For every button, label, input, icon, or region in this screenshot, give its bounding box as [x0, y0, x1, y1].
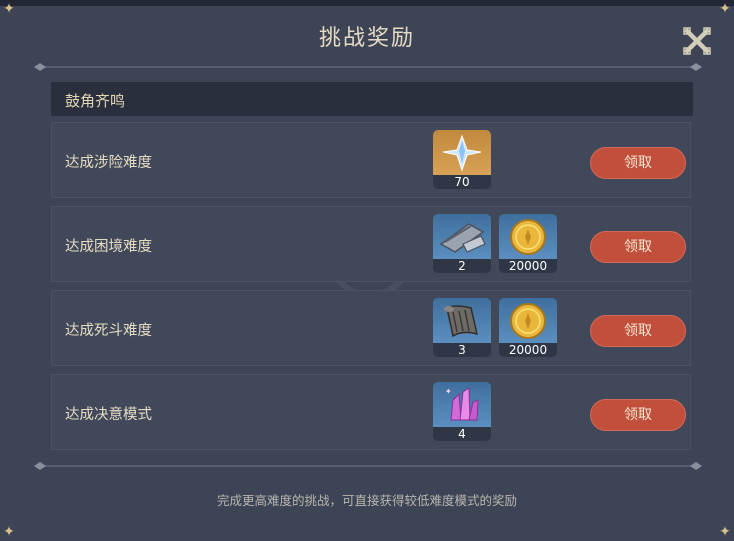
section-title: 鼓角齐鸣	[65, 92, 126, 110]
row-label: 达成困境难度	[65, 239, 152, 255]
footer-note: 完成更高难度的挑战，可直接获得较低难度模式的奖励	[216, 493, 517, 508]
close-icon	[683, 27, 711, 55]
reward-item[interactable]: 2	[433, 214, 491, 273]
bottom-divider	[34, 462, 702, 470]
scroll-material-icon	[433, 298, 491, 343]
section-header: 鼓角齐鸣	[51, 82, 693, 116]
reward-count: 70	[433, 175, 491, 189]
reward-item[interactable]: 3	[433, 298, 491, 357]
reward-count: 2	[433, 259, 491, 273]
reward-count: 3	[433, 343, 491, 357]
corner-star-icon: ✦	[3, 1, 15, 17]
reward-row: 达成困境难度 2 20000 领取	[51, 206, 691, 282]
reward-item[interactable]: 20000	[499, 214, 557, 273]
row-label: 达成死斗难度	[65, 323, 152, 339]
crystal-cluster-icon: ✦	[433, 382, 491, 427]
top-divider	[34, 63, 702, 71]
hero-wit-book-icon	[433, 214, 491, 259]
claim-button[interactable]: 领取	[590, 399, 686, 431]
corner-star-icon: ✦	[3, 524, 15, 540]
dialog-title: 挑战奖励	[318, 26, 415, 51]
reward-count: 20000	[499, 259, 557, 273]
corner-star-icon: ✦	[719, 1, 731, 17]
corner-star-icon: ✦	[719, 524, 731, 540]
close-button[interactable]	[682, 26, 712, 56]
row-label: 达成决意模式	[65, 407, 152, 423]
reward-row: 达成决意模式 ✦ 4 领取	[51, 374, 691, 450]
row-label: 达成涉险难度	[65, 155, 152, 171]
primogem-icon	[433, 130, 491, 175]
reward-item[interactable]: 20000	[499, 298, 557, 357]
reward-row: 达成涉险难度 70 领取	[51, 122, 691, 198]
claim-button[interactable]: 领取	[590, 315, 686, 347]
mora-coin-icon	[499, 214, 557, 259]
top-edge	[0, 0, 734, 6]
reward-row: 达成死斗难度 3 20000 领取	[51, 290, 691, 366]
reward-count: 4	[433, 427, 491, 441]
svg-text:✦: ✦	[445, 387, 452, 396]
claim-button[interactable]: 领取	[590, 231, 686, 263]
claim-button[interactable]: 领取	[590, 147, 686, 179]
reward-count: 20000	[499, 343, 557, 357]
reward-item[interactable]: 70	[433, 130, 491, 189]
reward-dialog: ✦ ✦ ✦ ✦ 挑战奖励 鼓角齐鸣 达成涉险难度 70 领取 达成困境难度 2 …	[0, 0, 734, 541]
mora-coin-icon	[499, 298, 557, 343]
reward-item[interactable]: ✦ 4	[433, 382, 491, 441]
